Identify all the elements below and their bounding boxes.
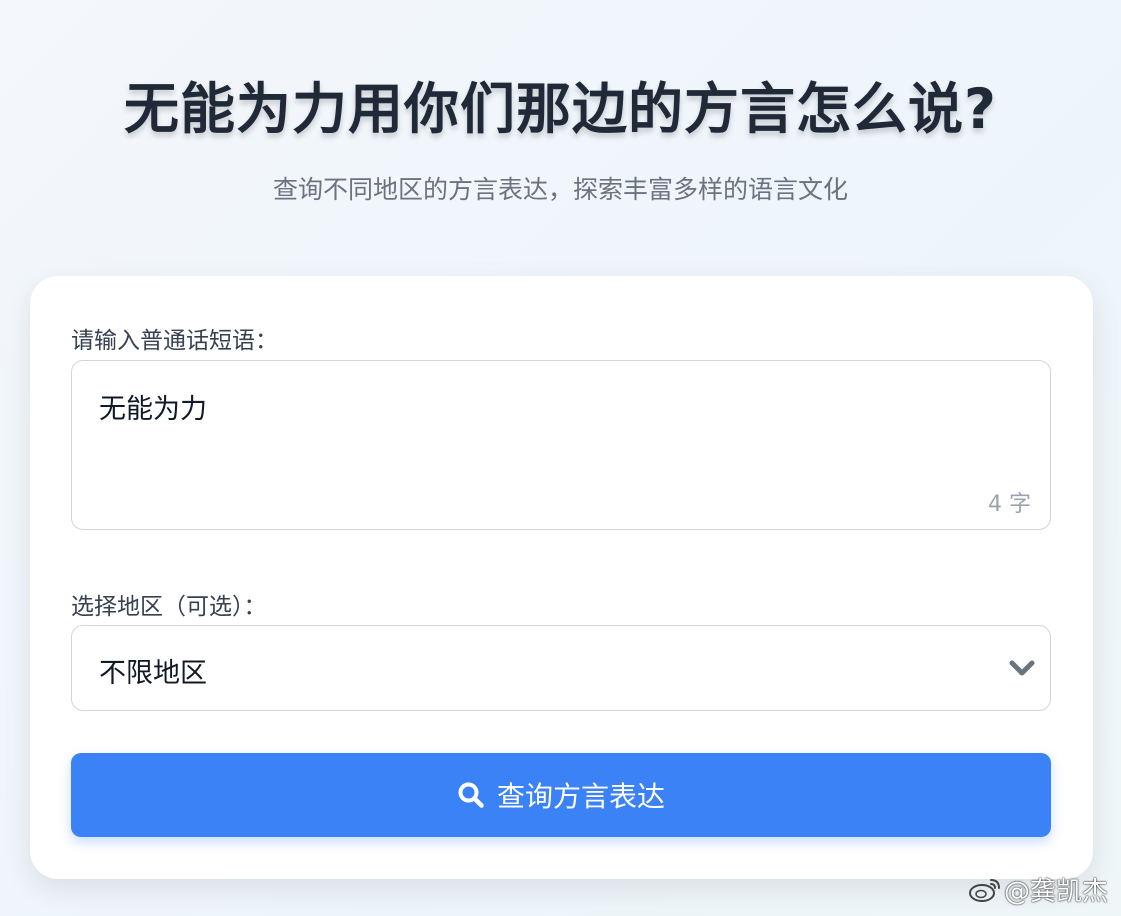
query-dialect-button[interactable]: 查询方言表达 — [71, 753, 1051, 837]
phrase-value[interactable]: 无能为力 — [99, 387, 207, 426]
watermark: @龚凯杰 — [968, 871, 1108, 908]
chevron-down-icon[interactable] — [1008, 658, 1036, 678]
char-count: 4 字 — [988, 492, 1031, 517]
page-title: 无能为力用你们那边的方言怎么说? — [124, 77, 997, 141]
region-label: 选择地区（可选）： — [71, 594, 267, 620]
search-icon — [458, 782, 484, 808]
region-selected-value[interactable]: 不限地区 — [99, 651, 207, 690]
phrase-label: 请输入普通话短语： — [71, 328, 278, 354]
query-button-label: 查询方言表达 — [496, 780, 665, 813]
weibo-icon — [968, 878, 1000, 902]
region-select[interactable]: 不限地区 — [71, 625, 1051, 711]
phrase-textarea[interactable]: 无能为力 4 字 — [71, 360, 1051, 530]
page-subtitle: 查询不同地区的方言表达，探索丰富多样的语言文化 — [272, 175, 848, 204]
watermark-text: @龚凯杰 — [1003, 877, 1108, 907]
query-card: 请输入普通话短语： 无能为力 4 字 选择地区（可选）： 不限地区 查询方言表达 — [30, 276, 1093, 879]
